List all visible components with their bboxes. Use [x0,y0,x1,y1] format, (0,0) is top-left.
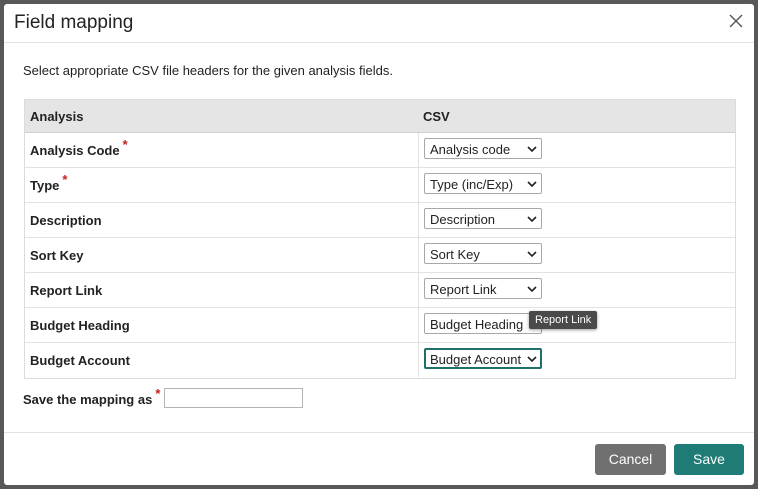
field-label-text: Report Link [30,283,103,298]
chevron-down-icon [527,356,537,363]
field-label: Type * [30,172,67,193]
field-label: Budget Account [30,353,130,368]
dialog-footer: Cancel Save [4,432,754,485]
field-label: Budget Heading [30,318,130,333]
field-label: Description [30,213,102,228]
dialog-title: Field mapping [14,12,134,33]
field-label-text: Description [30,213,102,228]
chevron-down-icon [527,146,537,153]
header-analysis-fields: Analysis [30,109,84,124]
select-value: Sort Key [430,247,480,262]
table-row: Type * Type (inc/Exp) [25,168,735,203]
save-button[interactable]: Save [674,444,744,475]
field-label-text: Sort Key [30,248,84,263]
select-value: Budget Account [430,352,522,367]
field-label: Sort Key [30,248,83,263]
table-row: Budget Account Budget Account [25,343,735,377]
intro-text: Select appropriate CSV file headers for … [23,63,393,78]
csv-header-select[interactable]: Sort Key [424,243,542,264]
chevron-down-icon [527,216,537,223]
close-icon[interactable] [728,13,744,29]
select-value: Description [430,212,496,227]
dialog-header: Field mapping [4,4,754,43]
chevron-down-icon [527,181,537,188]
table-body: Analysis Code * Analysis code Type * Type (in… [25,133,735,377]
required-marker: * [155,386,161,401]
mapping-table: Analysis CSV Analysis Code * Analysis code… [24,99,736,379]
column-divider [418,133,419,167]
csv-header-select[interactable]: Budget Account [424,348,542,369]
table-row: Report Link Report Link [25,273,735,308]
csv-header-select[interactable]: Budget Heading [424,313,542,334]
csv-header-select[interactable]: Analysis code [424,138,542,159]
table-row: Description Description [25,203,735,238]
chevron-down-icon [527,251,537,258]
csv-header-select[interactable]: Type (inc/Exp) [424,173,542,194]
required-marker: * [62,172,68,187]
cancel-button[interactable]: Cancel [595,444,666,475]
field-label: Report Link [30,283,102,298]
column-divider [418,238,419,272]
select-value: Report Link [430,282,497,297]
column-divider [418,168,419,202]
select-value: Budget Heading [430,317,524,332]
csv-header-select[interactable]: Report Link [424,278,542,299]
csv-header-select[interactable]: Description [424,208,542,229]
save-mapping-label: Save the mapping as * [23,386,160,407]
column-divider [418,343,419,377]
table-header: Analysis CSV [25,100,735,133]
column-divider [418,203,419,237]
field-label-text: Analysis Code [30,143,120,158]
column-divider [418,308,419,342]
save-mapping-input[interactable] [164,388,303,408]
select-value: Type (inc/Exp) [430,177,514,192]
save-mapping-label-text: Save the mapping as [23,392,153,407]
required-marker: * [122,137,128,152]
field-label-text: Type [30,178,60,193]
field-label: Analysis Code * [30,137,128,158]
field-label-text: Budget Heading [30,318,130,333]
select-value: Analysis code [430,142,511,157]
column-divider [418,273,419,307]
table-row: Sort Key Sort Key [25,238,735,273]
field-mapping-dialog: Field mapping Select appropriate CSV fil… [4,4,754,485]
chevron-down-icon [527,286,537,293]
field-label-text: Budget Account [30,353,130,368]
header-csv: CSV [423,109,450,124]
table-row: Analysis Code * Analysis code [25,133,735,168]
tooltip: Report Link [529,311,598,329]
table-row: Budget Heading Budget Heading [25,308,735,343]
